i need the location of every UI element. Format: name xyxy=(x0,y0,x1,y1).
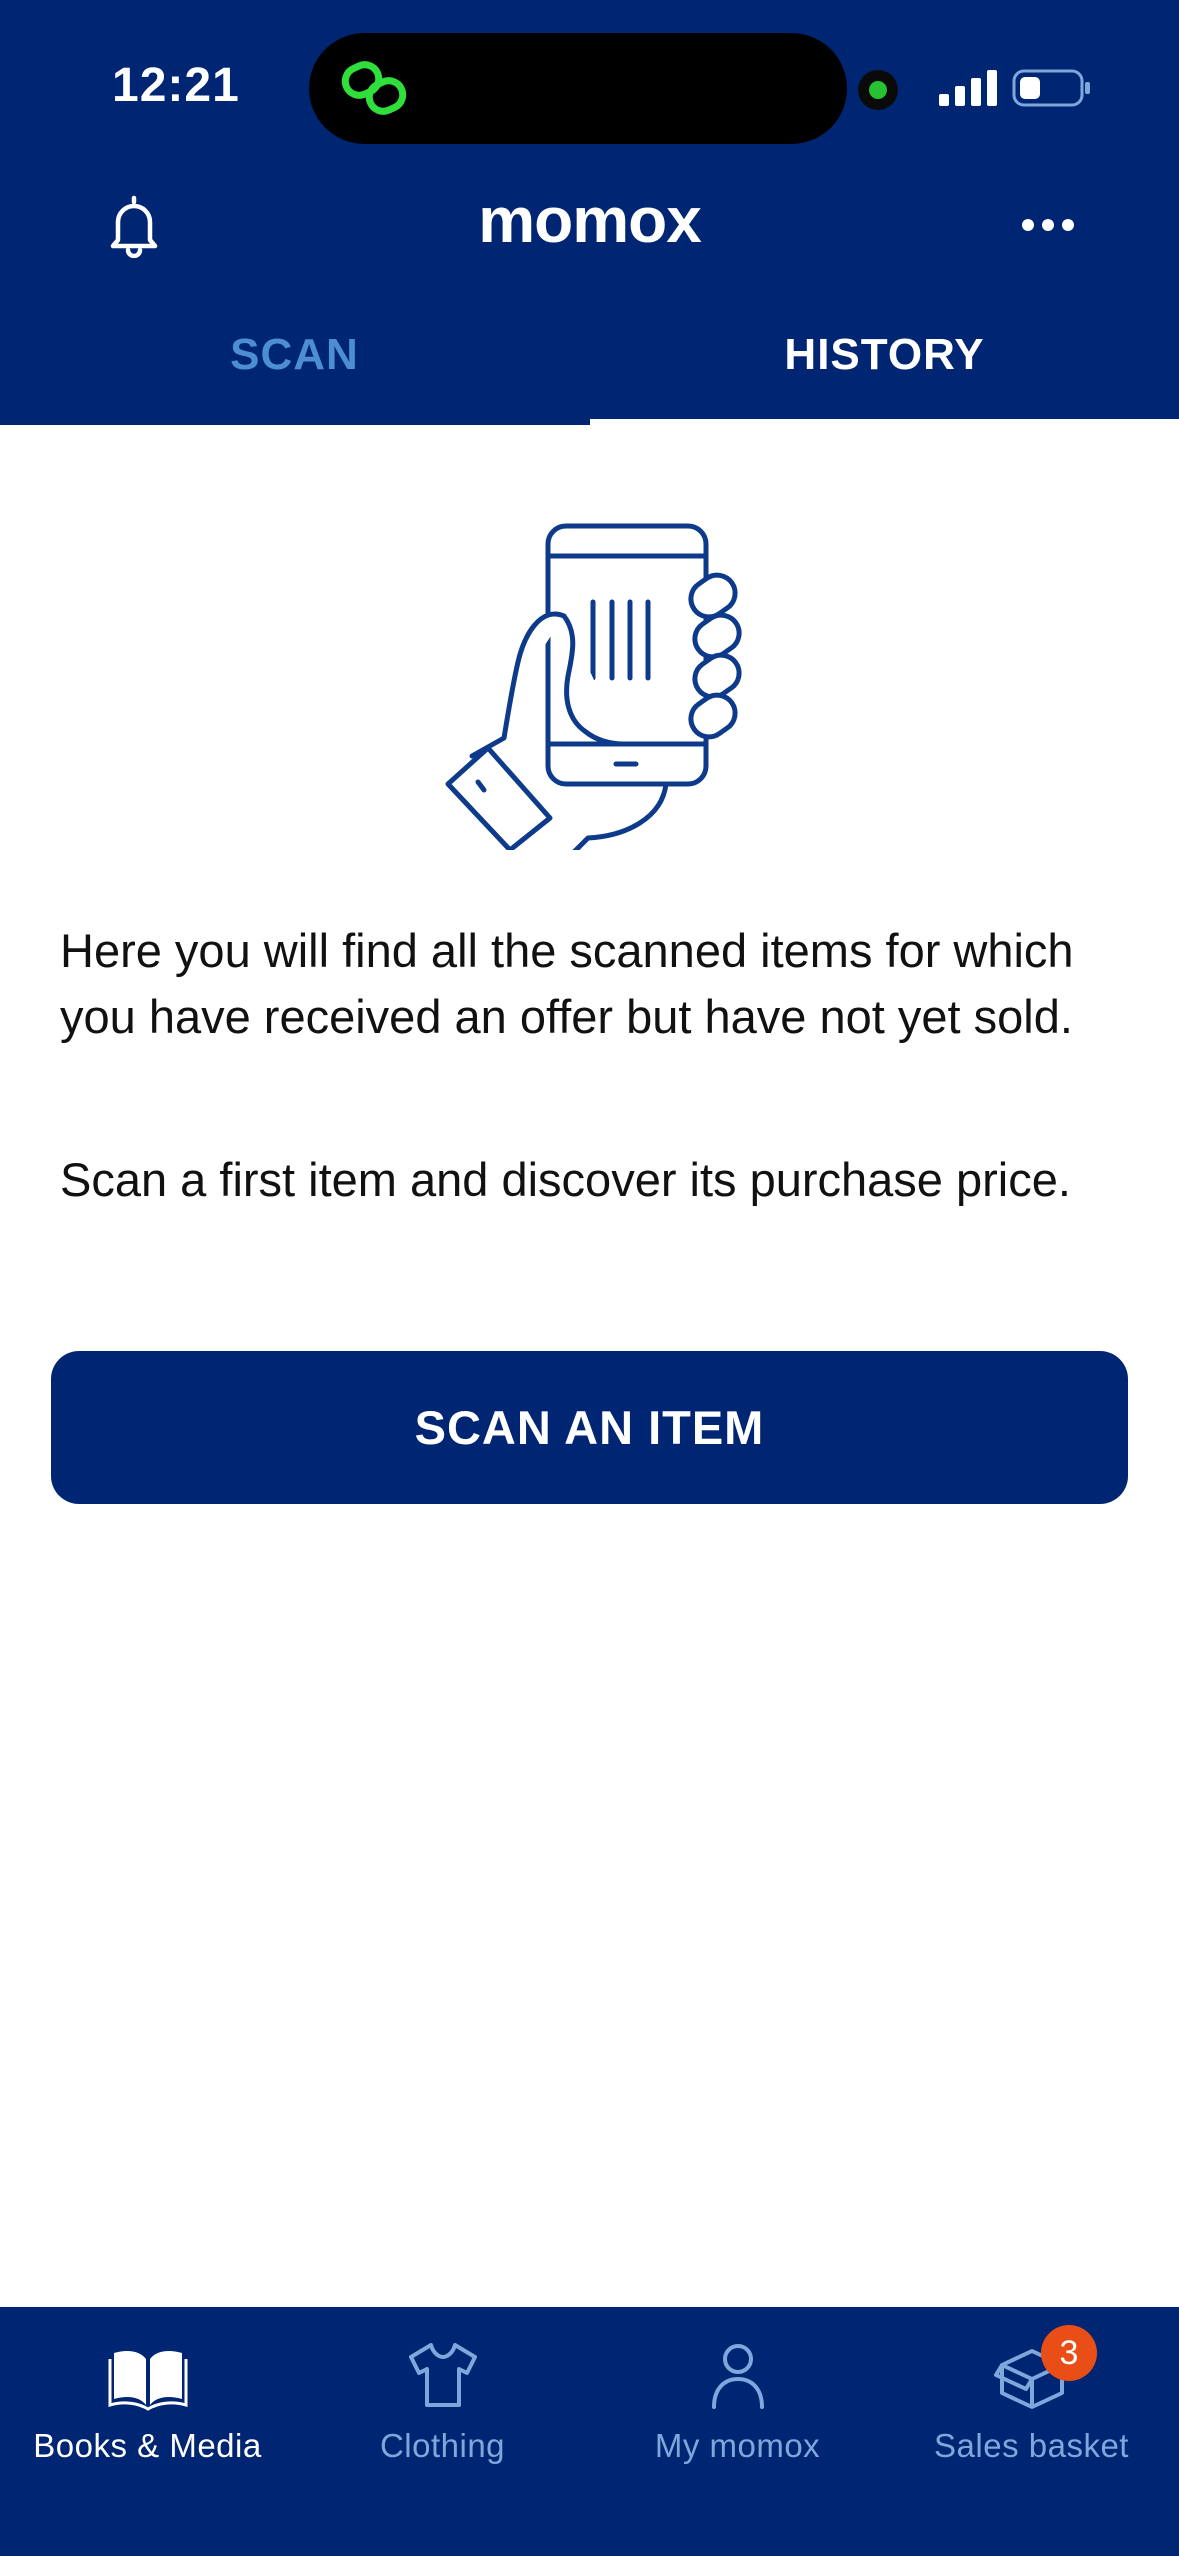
tab-scan[interactable]: SCAN xyxy=(0,330,589,380)
scan-first-item-hint: Scan a first item and discover its purch… xyxy=(60,1153,1071,1206)
nav-sales-basket[interactable]: 3 Sales basket xyxy=(884,2307,1179,2556)
nav-books-media[interactable]: Books & Media xyxy=(0,2307,295,2556)
battery-icon xyxy=(1012,69,1090,107)
dynamic-island xyxy=(309,33,847,144)
status-time: 12:21 xyxy=(112,59,240,112)
scan-an-item-button[interactable]: SCAN AN ITEM xyxy=(51,1351,1128,1504)
open-book-icon xyxy=(108,2351,187,2411)
momox-logo: momox xyxy=(478,184,702,256)
active-tab-indicator xyxy=(590,419,1179,425)
nav-label-books-media: Books & Media xyxy=(33,2427,262,2464)
camera-indicator-icon xyxy=(858,70,898,110)
tab-history[interactable]: HISTORY xyxy=(590,330,1179,380)
nav-label-sales-basket: Sales basket xyxy=(934,2427,1129,2464)
more-options-icon[interactable] xyxy=(1020,212,1076,238)
app-header: 12:21 momox SCAN HISTORY xyxy=(0,0,1179,425)
sales-basket-badge: 3 xyxy=(1041,2325,1097,2381)
history-empty-description: Here you will find all the scanned items… xyxy=(60,924,1074,1043)
link-icon xyxy=(341,61,407,115)
nav-label-clothing: Clothing xyxy=(379,2427,506,2464)
cellular-signal-icon xyxy=(939,70,997,106)
nav-my-momox[interactable]: My momox xyxy=(590,2307,885,2556)
user-icon xyxy=(711,2344,764,2409)
hand-scanning-phone-illustration xyxy=(445,523,742,850)
bottom-navigation: Books & Media Clothing My momox 3 Sales … xyxy=(0,2307,1179,2556)
tshirt-icon xyxy=(408,2343,477,2407)
nav-clothing[interactable]: Clothing xyxy=(295,2307,590,2556)
nav-label-my-momox: My momox xyxy=(654,2427,821,2464)
